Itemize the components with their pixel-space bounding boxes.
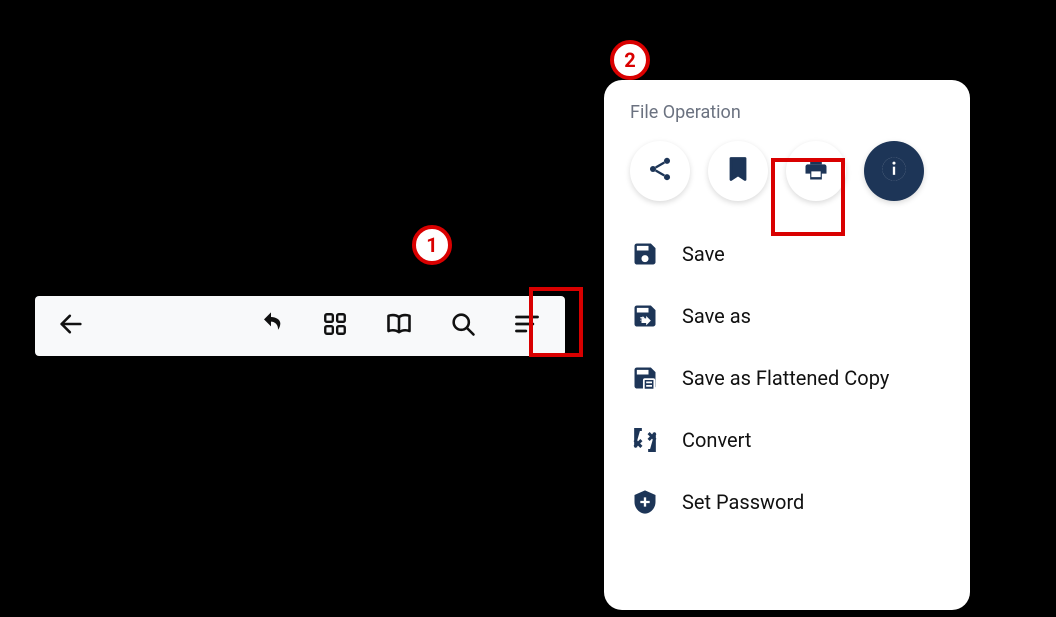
info-icon (880, 155, 908, 187)
bookmark-button[interactable] (708, 141, 768, 201)
toolbar-right-group (93, 304, 565, 348)
menu-label-save: Save (682, 242, 725, 266)
callout-1: 1 (412, 225, 452, 265)
share-icon (646, 155, 674, 187)
file-menu-list: Save Save as Save as Flattened Copy Conv… (604, 223, 970, 533)
menu-item-save-flattened[interactable]: Save as Flattened Copy (604, 347, 970, 409)
arrow-left-icon (57, 310, 85, 342)
info-button[interactable] (864, 141, 924, 201)
bookmark-icon (724, 155, 752, 187)
share-button[interactable] (630, 141, 690, 201)
viewer-toolbar (35, 296, 565, 356)
menu-label-save-as: Save as (682, 304, 751, 328)
callout-2-label: 2 (624, 48, 635, 72)
back-button[interactable] (49, 304, 93, 348)
read-mode-button[interactable] (377, 304, 421, 348)
annotation-highlight-1 (529, 287, 583, 357)
menu-item-save-as[interactable]: Save as (604, 285, 970, 347)
undo-icon (257, 310, 285, 342)
save-icon (630, 239, 660, 269)
menu-item-convert[interactable]: Convert (604, 409, 970, 471)
thumbnails-button[interactable] (313, 304, 357, 348)
save-as-icon (630, 301, 660, 331)
panel-title: File Operation (604, 102, 970, 141)
save-flattened-icon (630, 363, 660, 393)
callout-1-label: 1 (426, 233, 437, 257)
search-icon (449, 310, 477, 342)
undo-button[interactable] (249, 304, 293, 348)
book-open-icon (385, 310, 413, 342)
convert-icon (630, 425, 660, 455)
menu-label-set-password: Set Password (682, 490, 804, 514)
annotation-highlight-2 (771, 158, 845, 236)
menu-item-set-password[interactable]: Set Password (604, 471, 970, 533)
toolbar-left-group (35, 304, 93, 348)
menu-label-save-flattened: Save as Flattened Copy (682, 366, 889, 390)
shield-plus-icon (630, 487, 660, 517)
search-button[interactable] (441, 304, 485, 348)
menu-label-convert: Convert (682, 428, 751, 452)
grid-icon (322, 311, 348, 341)
callout-2: 2 (610, 40, 650, 80)
